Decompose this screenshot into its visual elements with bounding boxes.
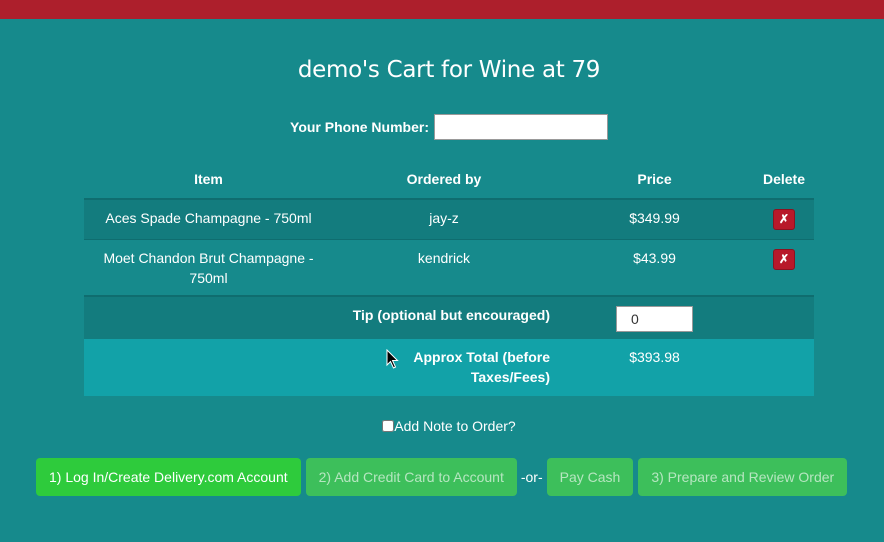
note-row: Add Note to Order? (0, 418, 884, 434)
column-header-item: Item (84, 160, 333, 200)
page-title: demo's Cart for Wine at 79 (297, 57, 601, 83)
total-label: Approx Total (before Taxes/Fees) (333, 339, 555, 396)
phone-label: Your Phone Number: (290, 119, 429, 135)
delete-cell: ✗ (754, 239, 814, 297)
phone-input[interactable] (433, 114, 608, 140)
ordered-by: jay-z (333, 199, 555, 240)
tip-input-cell (555, 296, 754, 339)
login-button[interactable]: 1) Log In/Create Delivery.com Account (36, 458, 301, 496)
close-icon: ✗ (778, 251, 790, 266)
tip-input[interactable] (616, 306, 693, 332)
top-header-bar (0, 0, 884, 19)
item-name: Aces Spade Champagne - 750ml (84, 199, 333, 240)
pay-cash-button[interactable]: Pay Cash (546, 458, 634, 496)
empty-cell (84, 296, 333, 339)
add-credit-card-button[interactable]: 2) Add Credit Card to Account (305, 458, 517, 496)
action-buttons: 1) Log In/Create Delivery.com Account 2)… (36, 458, 848, 496)
mouse-pointer-icon (386, 349, 399, 369)
phone-row: Your Phone Number: (0, 114, 884, 140)
add-note-checkbox[interactable] (382, 420, 395, 432)
review-order-button[interactable]: 3) Prepare and Review Order (638, 458, 848, 496)
item-name: Moet Chandon Brut Champagne - 750ml (84, 239, 333, 297)
item-price: $349.99 (555, 199, 754, 240)
or-separator: -or- (520, 469, 543, 485)
table-row: Moet Chandon Brut Champagne - 750ml kend… (84, 239, 814, 297)
delete-cell: ✗ (754, 199, 814, 240)
empty-cell (84, 339, 333, 396)
cart-table: Item Ordered by Price Delete Aces Spade … (84, 160, 814, 396)
delete-button[interactable]: ✗ (773, 248, 795, 270)
empty-cell (754, 339, 814, 396)
add-note-label: Add Note to Order? (394, 418, 516, 434)
total-row: Approx Total (before Taxes/Fees) $393.98 (84, 339, 814, 396)
empty-cell (754, 296, 814, 339)
tip-label: Tip (optional but encouraged) (333, 296, 555, 339)
table-row: Aces Spade Champagne - 750ml jay-z $349.… (84, 199, 814, 240)
column-header-delete: Delete (754, 160, 814, 200)
total-value: $393.98 (555, 339, 754, 396)
table-header-row: Item Ordered by Price Delete (84, 160, 814, 200)
column-header-ordered-by: Ordered by (333, 160, 555, 200)
ordered-by: kendrick (333, 239, 555, 297)
column-header-price: Price (555, 160, 754, 200)
delete-button[interactable]: ✗ (773, 209, 795, 230)
tip-row: Tip (optional but encouraged) (84, 296, 814, 339)
item-price: $43.99 (555, 239, 754, 297)
close-icon: ✗ (778, 212, 790, 226)
